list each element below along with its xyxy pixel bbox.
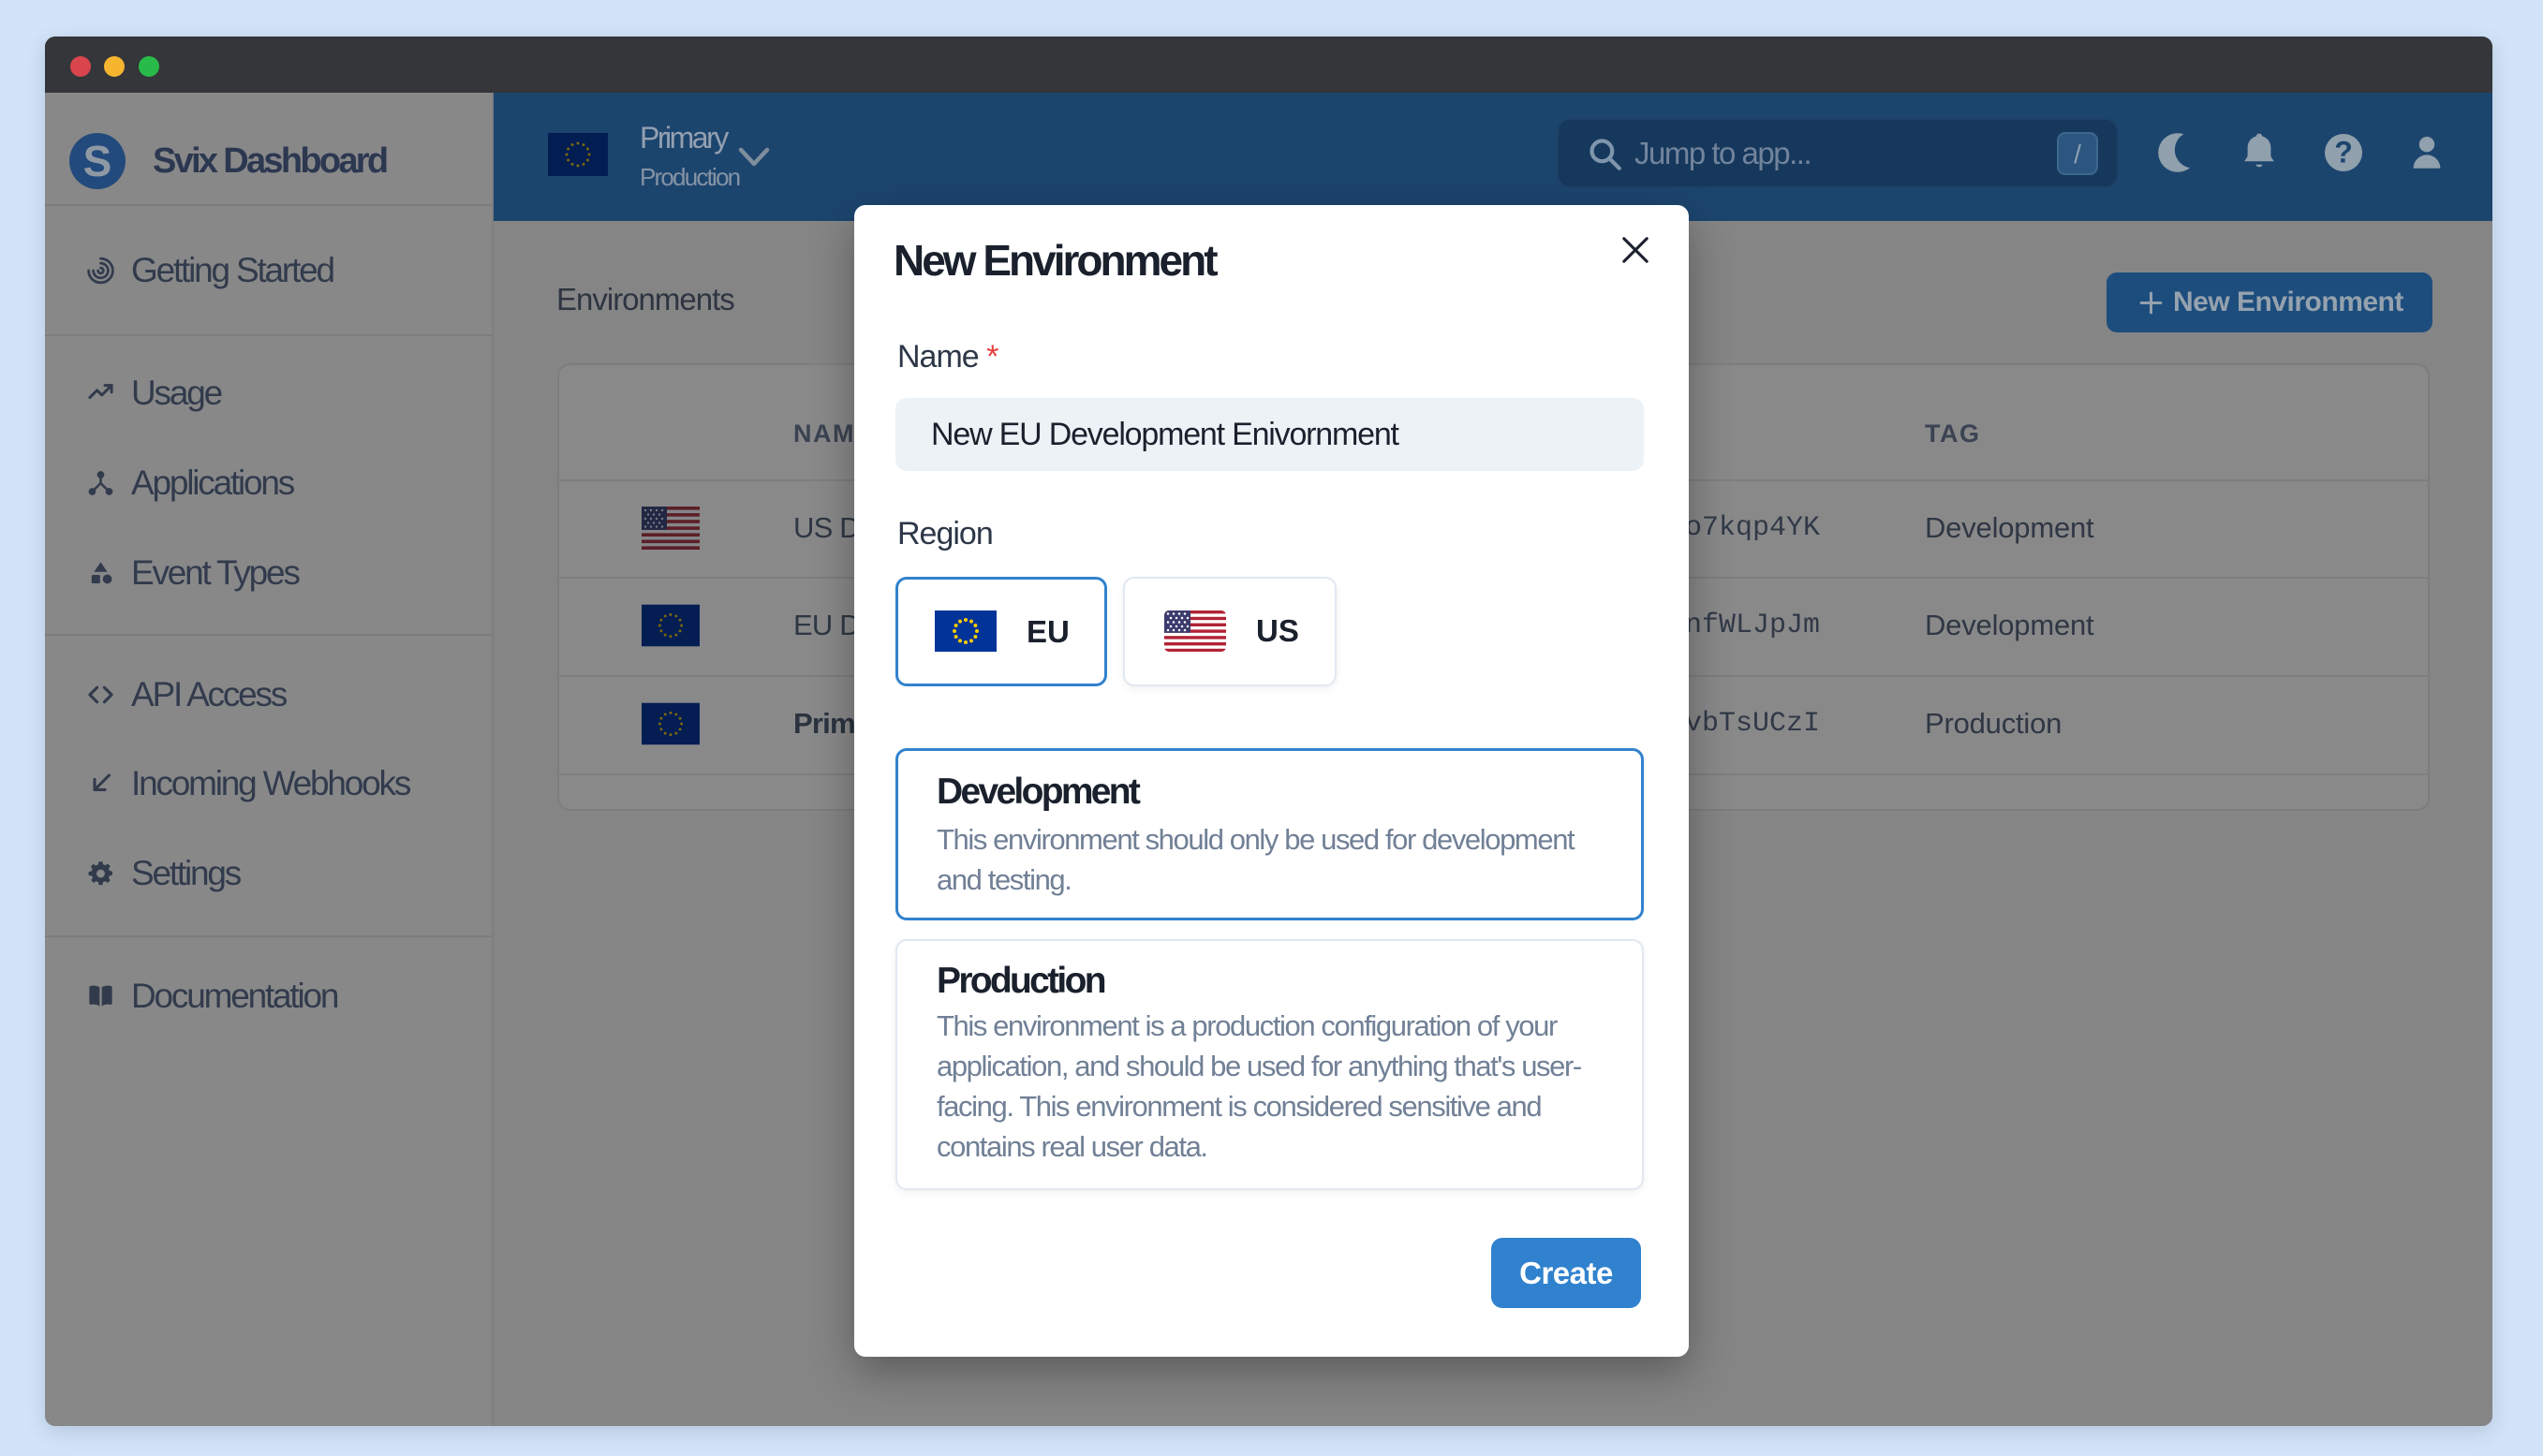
- svg-text:?: ?: [2334, 135, 2353, 169]
- svg-text:S: S: [83, 137, 112, 185]
